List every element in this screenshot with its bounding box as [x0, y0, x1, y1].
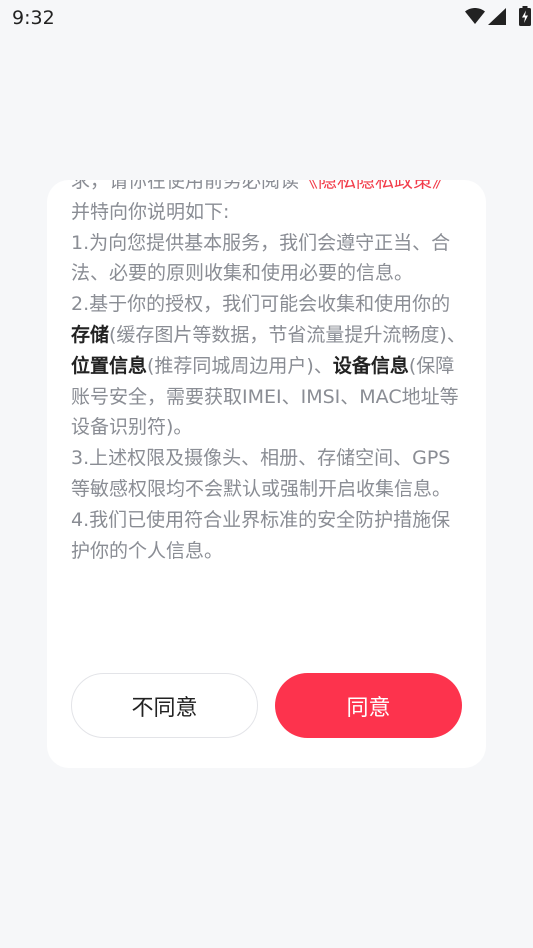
- privacy-content[interactable]: 求，请你在使用前务必阅读《隐私隐私政策》并特向你说明如下: 1.为向您提供基本服…: [71, 180, 467, 618]
- clause-4: 4.我们已使用符合业界标准的安全防护措施保护你的个人信息。: [71, 508, 451, 562]
- permission-storage-label: 存储: [71, 323, 110, 346]
- clause-2: 2.基于你的授权，我们可能会收集和使用你的存储(缓存图片等数据，节省流量提升流畅…: [71, 289, 467, 443]
- intro-paragraph: 求，请你在使用前务必阅读《隐私隐私政策》并特向你说明如下:: [71, 180, 467, 228]
- intro-tail-text: 并特向你说明如下:: [71, 200, 230, 223]
- status-icons: [443, 6, 531, 27]
- wifi-icon: [465, 8, 485, 24]
- status-time: 9:32: [12, 7, 55, 29]
- intro-text: 求，请你在使用前务必阅读: [71, 180, 300, 192]
- disagree-button[interactable]: 不同意: [71, 673, 258, 738]
- battery-charging-icon: [519, 6, 531, 26]
- clause-3: 3.上述权限及摄像头、相册、存储空间、GPS等敏感权限均不会默认或强制开启收集信…: [71, 447, 452, 500]
- permission-location-label: 位置信息: [71, 354, 148, 377]
- clause-2-text-a: 2.基于你的授权，我们可能会收集和使用你的: [71, 293, 451, 316]
- clause-1: 1.为向您提供基本服务，我们会遵守正当、合法、必要的原则收集和使用必要的信息。: [71, 231, 451, 285]
- privacy-policy-link[interactable]: 《隐私隐私政策》: [299, 180, 451, 192]
- clause-2-text-c: (推荐同城周边用户)、: [147, 354, 333, 377]
- agree-button[interactable]: 同意: [275, 673, 462, 738]
- privacy-dialog: 求，请你在使用前务必阅读《隐私隐私政策》并特向你说明如下: 1.为向您提供基本服…: [47, 180, 486, 768]
- status-bar: 9:32: [0, 0, 533, 36]
- privacy-consent-screen: 9:32 求，请你在使用前务必阅读《隐私隐私政策》并特向你说明如下: 1.为向您…: [0, 0, 533, 948]
- cellular-signal-icon: [488, 8, 506, 25]
- clause-2-text-b: (缓存图片等数据，节省流量提升流畅度)、: [109, 323, 466, 346]
- permission-device-label: 设备信息: [332, 354, 409, 377]
